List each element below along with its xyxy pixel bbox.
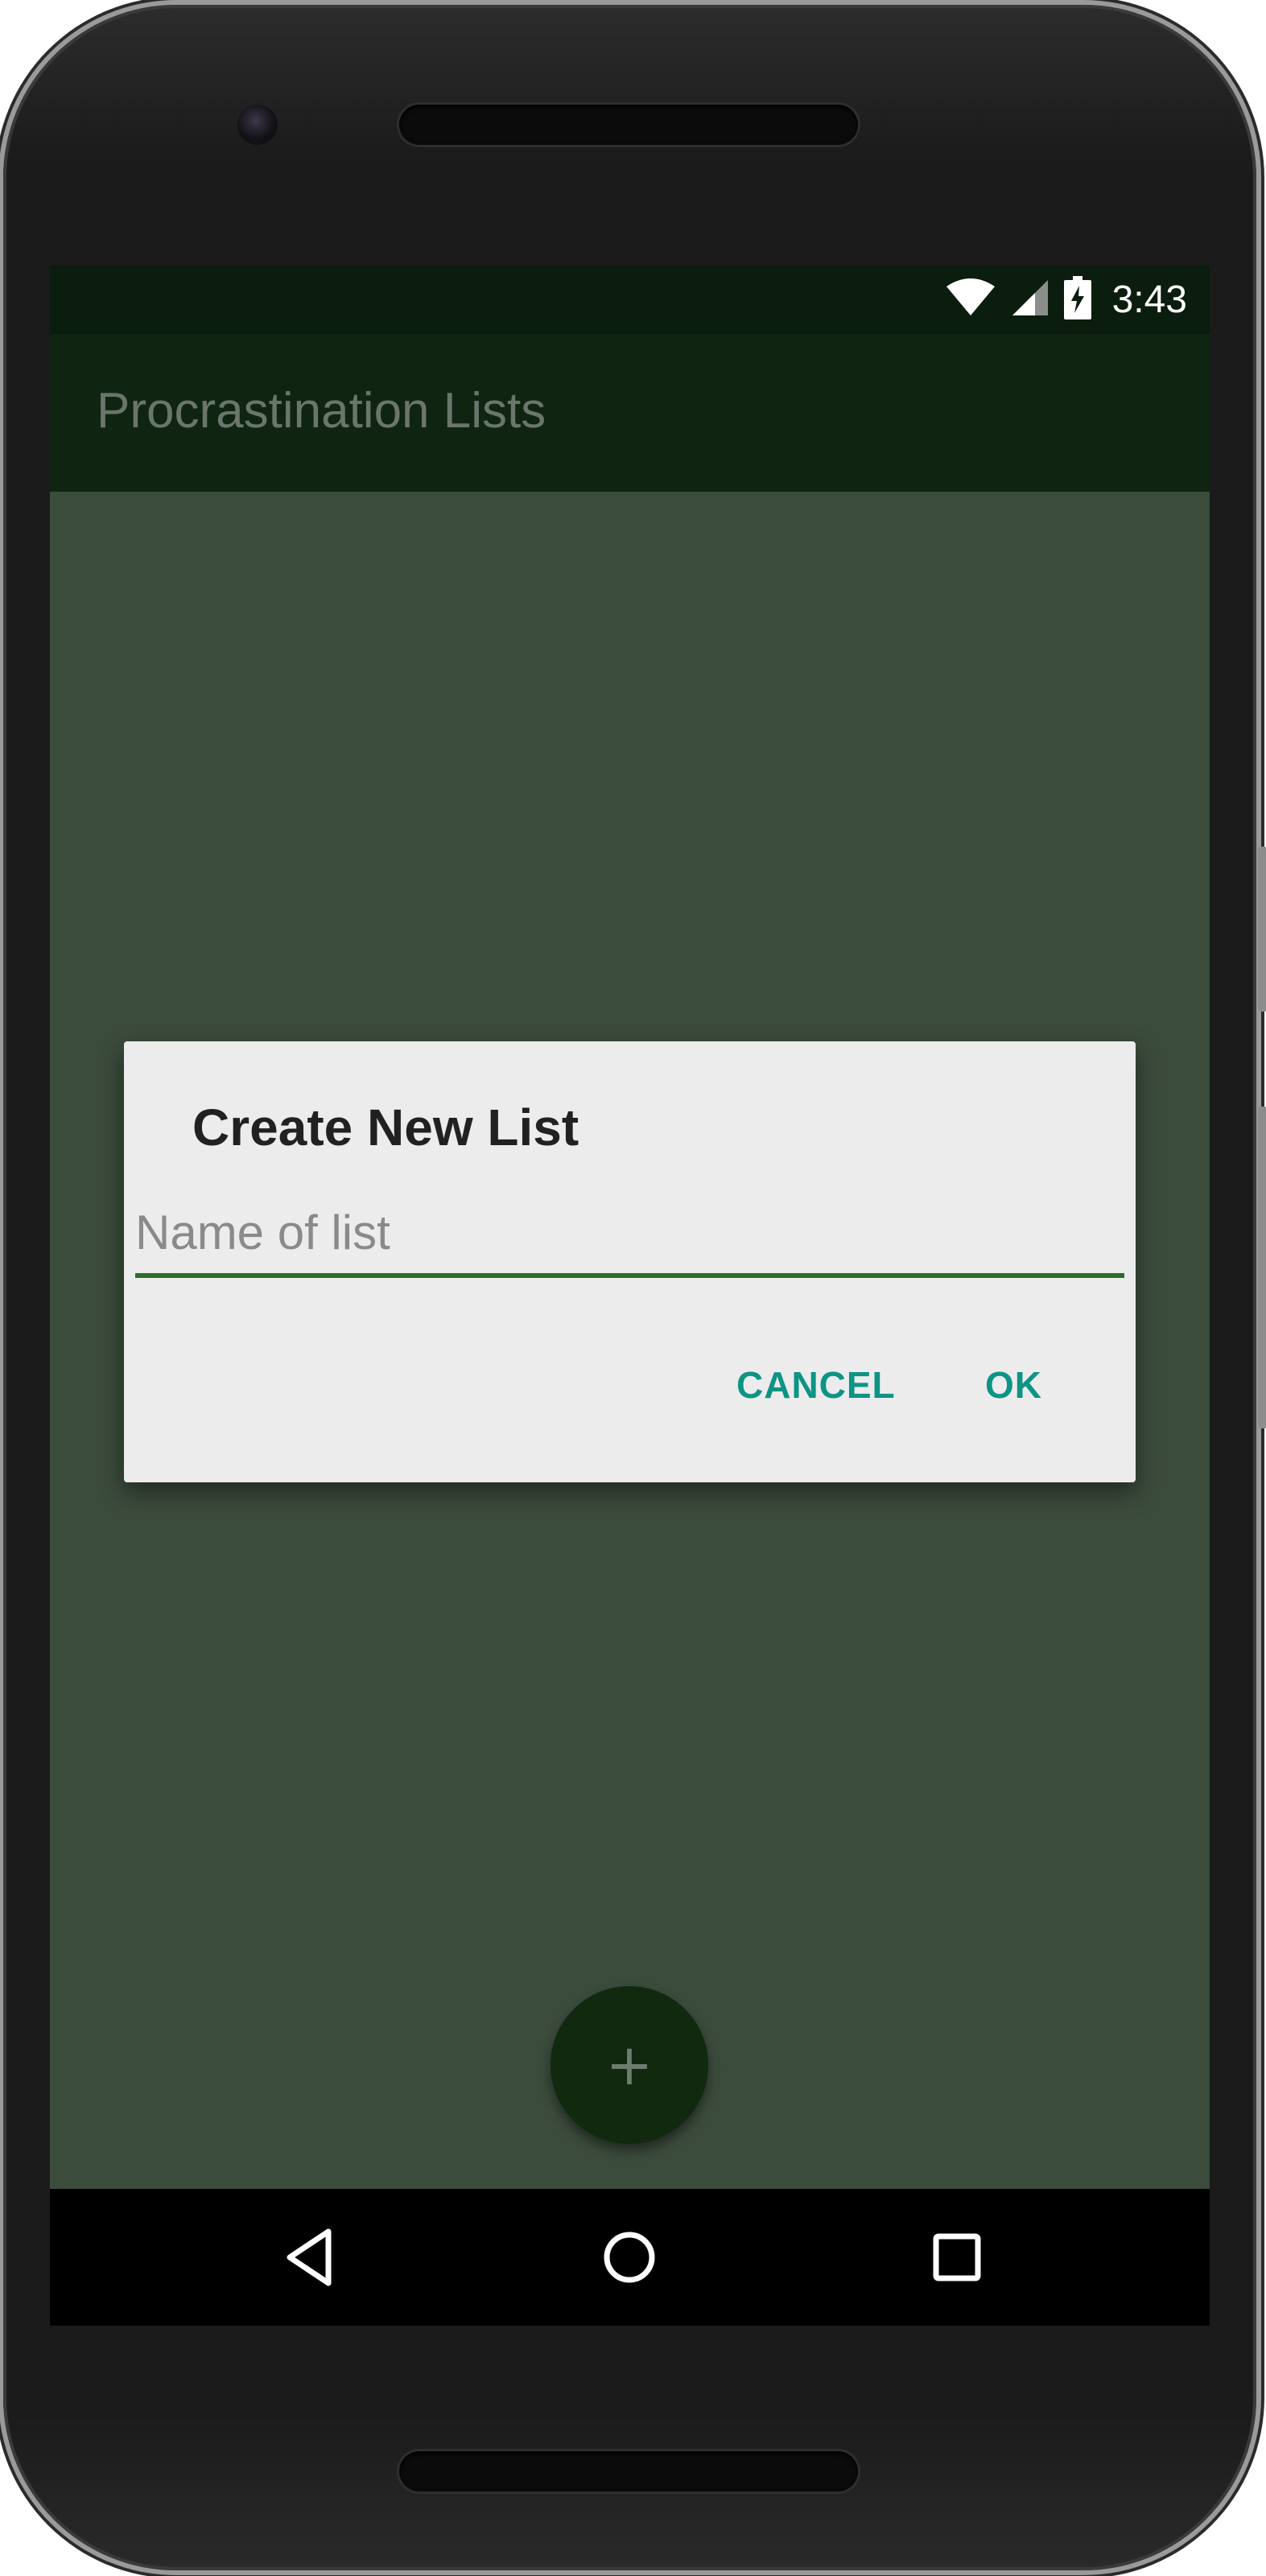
- top-speaker-grille: [399, 105, 858, 145]
- list-name-input[interactable]: [135, 1196, 1124, 1278]
- front-camera: [237, 105, 278, 145]
- home-icon: [604, 2232, 655, 2283]
- power-button: [1258, 847, 1266, 1012]
- dialog-title: Create New List: [192, 1098, 579, 1156]
- recents-icon: [933, 2233, 981, 2281]
- bottom-speaker-grille: [399, 2451, 858, 2492]
- add-list-fab[interactable]: +: [551, 1986, 708, 2144]
- plus-icon: +: [605, 2032, 654, 2098]
- home-button[interactable]: [593, 2221, 666, 2294]
- recents-button[interactable]: [921, 2221, 993, 2294]
- ok-button[interactable]: OK: [985, 1363, 1042, 1407]
- status-bar: 3:43: [50, 266, 1210, 334]
- system-navigation-bar: [50, 2189, 1210, 2326]
- create-list-dialog: Create New List CANCEL OK: [124, 1041, 1136, 1482]
- signal-icon: [1011, 278, 1050, 321]
- back-button[interactable]: [274, 2221, 346, 2294]
- battery-charging-icon: [1063, 276, 1091, 324]
- status-icons: 3:43: [945, 266, 1187, 334]
- back-icon: [287, 2228, 332, 2286]
- app-toolbar: Procrastination Lists: [50, 334, 1210, 492]
- app-title: Procrastination Lists: [97, 383, 546, 439]
- cancel-button[interactable]: CANCEL: [736, 1363, 896, 1407]
- status-time: 3:43: [1111, 278, 1187, 321]
- wifi-icon: [945, 278, 996, 321]
- volume-rocker: [1258, 1107, 1266, 1428]
